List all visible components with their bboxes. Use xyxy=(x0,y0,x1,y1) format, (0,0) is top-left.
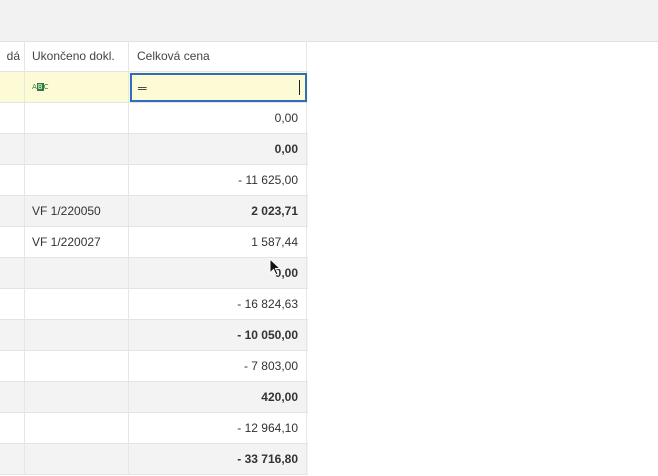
table-row[interactable]: 420,00 xyxy=(0,382,308,413)
cell-partial[interactable] xyxy=(0,413,25,443)
cell-celkova-cena[interactable]: 1 587,44 xyxy=(129,227,307,257)
cell-celkova-cena[interactable]: - 7 803,00 xyxy=(129,351,307,381)
cell-celkova-cena[interactable]: 0,00 xyxy=(129,103,307,133)
cell-partial[interactable] xyxy=(0,196,25,226)
cell-ukonceno-dokl[interactable] xyxy=(25,320,129,350)
table-row[interactable]: - 7 803,00 xyxy=(0,351,308,382)
table-row[interactable]: 0,00 xyxy=(0,134,308,165)
cell-celkova-cena[interactable]: 0,00 xyxy=(129,134,307,164)
filter-row: ABC ═ xyxy=(0,72,308,103)
cell-ukonceno-dokl[interactable] xyxy=(25,103,129,133)
data-grid: dá Ukončeno dokl. Celková cena ABC ═ 0,0… xyxy=(0,41,308,475)
cell-partial[interactable] xyxy=(0,382,25,412)
table-row[interactable]: VF 1/220027 1 587,44 xyxy=(0,227,308,258)
toolbar xyxy=(0,0,658,42)
table-row[interactable]: - 12 964,10 xyxy=(0,413,308,444)
filter-cell-ukonceno-dokl[interactable]: ABC xyxy=(25,72,129,102)
text-caret xyxy=(299,80,300,95)
cell-ukonceno-dokl[interactable] xyxy=(25,165,129,195)
table-row[interactable]: VF 1/220050 2 023,71 xyxy=(0,196,308,227)
cell-partial[interactable] xyxy=(0,320,25,350)
cell-ukonceno-dokl[interactable] xyxy=(25,382,129,412)
header-row: dá Ukončeno dokl. Celková cena xyxy=(0,41,308,72)
table-row[interactable]: - 33 716,80 xyxy=(0,444,308,475)
cell-ukonceno-dokl[interactable] xyxy=(25,258,129,288)
cell-celkova-cena[interactable]: - 33 716,80 xyxy=(129,444,307,474)
column-header-partial[interactable]: dá xyxy=(0,41,25,71)
cell-ukonceno-dokl[interactable] xyxy=(25,134,129,164)
cell-celkova-cena[interactable]: - 11 625,00 xyxy=(129,165,307,195)
cell-partial[interactable] xyxy=(0,165,25,195)
cell-celkova-cena[interactable]: - 12 964,10 xyxy=(129,413,307,443)
cell-celkova-cena[interactable]: - 16 824,63 xyxy=(129,289,307,319)
filter-cell[interactable] xyxy=(0,72,25,102)
column-header-ukonceno-dokl[interactable]: Ukončeno dokl. xyxy=(25,41,129,71)
cell-ukonceno-dokl[interactable] xyxy=(25,289,129,319)
price-filter-input[interactable]: ═ xyxy=(130,73,307,102)
cell-ukonceno-dokl[interactable] xyxy=(25,351,129,381)
cell-partial[interactable] xyxy=(0,258,25,288)
abc-filter-icon[interactable]: ABC xyxy=(32,83,49,91)
cell-partial[interactable] xyxy=(0,134,25,164)
cell-celkova-cena[interactable]: 2 023,71 xyxy=(129,196,307,226)
table-row[interactable]: - 10 050,00 xyxy=(0,320,308,351)
cell-ukonceno-dokl[interactable]: VF 1/220027 xyxy=(25,227,129,257)
table-row[interactable]: 0,00 xyxy=(0,258,308,289)
cell-partial[interactable] xyxy=(0,103,25,133)
table-row[interactable]: - 11 625,00 xyxy=(0,165,308,196)
cell-ukonceno-dokl[interactable] xyxy=(25,413,129,443)
mouse-cursor-icon xyxy=(269,258,282,276)
table-row[interactable]: 0,00 xyxy=(0,103,308,134)
cell-partial[interactable] xyxy=(0,444,25,474)
cell-partial[interactable] xyxy=(0,289,25,319)
cell-partial[interactable] xyxy=(0,351,25,381)
cell-partial[interactable] xyxy=(0,227,25,257)
column-header-celkova-cena[interactable]: Celková cena xyxy=(129,41,307,71)
cell-ukonceno-dokl[interactable]: VF 1/220050 xyxy=(25,196,129,226)
table-row[interactable]: - 16 824,63 xyxy=(0,289,308,320)
cell-ukonceno-dokl[interactable] xyxy=(25,444,129,474)
cell-celkova-cena[interactable]: - 10 050,00 xyxy=(129,320,307,350)
cell-celkova-cena[interactable]: 420,00 xyxy=(129,382,307,412)
equals-filter-icon[interactable]: ═ xyxy=(138,82,147,94)
